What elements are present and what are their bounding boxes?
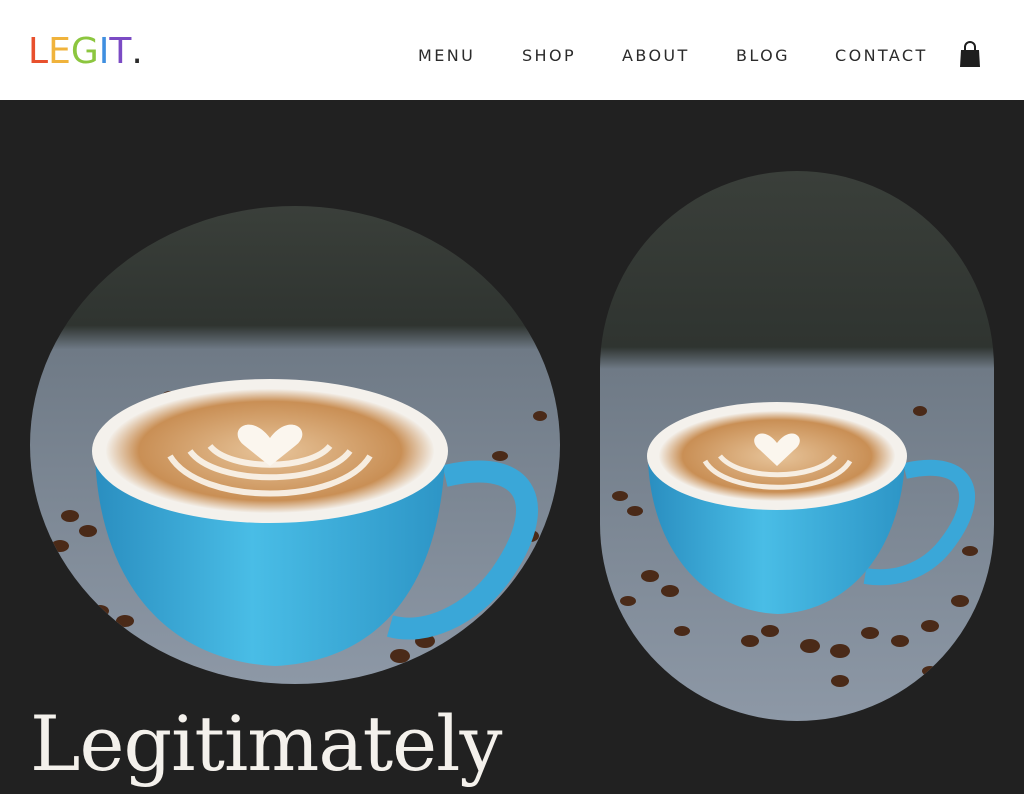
nav-item-blog[interactable]: BLOG	[736, 46, 790, 66]
main-nav: MENU SHOP ABOUT BLOG CONTACT	[0, 46, 1024, 68]
nav-item-about[interactable]: ABOUT	[622, 46, 690, 66]
hero-headline: Legitimately	[30, 699, 502, 788]
site-header: LEGIT. MENU SHOP ABOUT BLOG CONTACT	[0, 0, 1024, 100]
hero-image-latte-right	[600, 171, 994, 721]
shopping-bag-icon[interactable]	[958, 41, 982, 69]
nav-item-contact[interactable]: CONTACT	[835, 46, 928, 66]
hero-image-latte-left	[30, 206, 560, 684]
nav-item-shop[interactable]: SHOP	[522, 46, 576, 66]
nav-item-menu[interactable]: MENU	[418, 46, 475, 66]
